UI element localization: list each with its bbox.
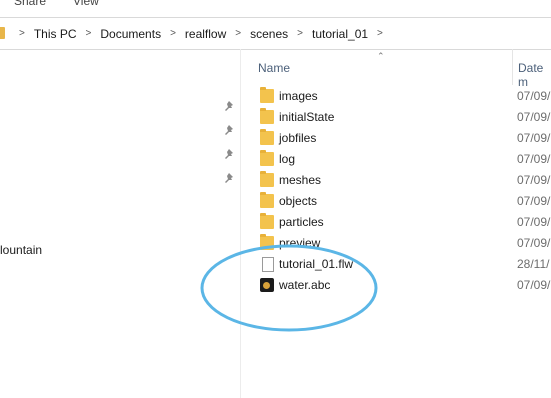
chevron-right-icon[interactable]: > (235, 28, 241, 39)
file-date: 07/09/ (517, 110, 551, 124)
folder-icon (260, 108, 274, 124)
file-date: 28/11/ (517, 257, 550, 271)
ribbon-tabs: Share View (0, 0, 551, 10)
chevron-right-icon[interactable]: > (297, 28, 303, 39)
file-name: tutorial_01.flw (279, 257, 354, 271)
file-date: 07/09/ (517, 194, 551, 208)
list-item-preview[interactable]: preview 07/09/ (241, 233, 551, 254)
folder-icon (260, 213, 274, 229)
file-name: log (279, 152, 296, 166)
navigation-pane: lountain (0, 49, 241, 398)
column-header-name[interactable]: Name (258, 61, 290, 75)
file-explorer-window: Share View > This PC > Documents > realf… (0, 0, 551, 398)
column-header-date-modified[interactable]: Date m (518, 61, 551, 89)
folder-icon (260, 87, 274, 103)
address-bar[interactable]: > This PC > Documents > realflow > scene… (0, 17, 551, 50)
file-date: 07/09/ (517, 236, 551, 250)
folder-icon (260, 150, 274, 166)
ribbon-tab-share[interactable]: Share (14, 0, 46, 8)
file-name: images (279, 89, 318, 103)
pin-icon[interactable] (224, 101, 234, 112)
folder-icon (260, 192, 274, 208)
file-name: initialState (279, 110, 335, 124)
folder-icon (260, 171, 274, 187)
file-name: meshes (279, 173, 322, 187)
file-date: 07/09/ (517, 89, 551, 103)
breadcrumb: > This PC > Documents > realflow > scene… (10, 18, 392, 49)
file-name: preview (279, 236, 321, 250)
list-item-tutorial-01-flw[interactable]: tutorial_01.flw 28/11/ (241, 254, 551, 275)
breadcrumb-this-pc[interactable]: This PC (34, 27, 77, 41)
folder-icon (260, 129, 274, 145)
pin-icon[interactable] (224, 173, 234, 184)
ribbon-tab-view[interactable]: View (73, 0, 99, 8)
list-item-water-abc[interactable]: water.abc 07/09/ (241, 275, 551, 296)
list-item-images[interactable]: images 07/09/ (241, 86, 551, 107)
chevron-right-icon[interactable]: > (86, 28, 92, 39)
alembic-file-icon (260, 278, 274, 292)
file-name: jobfiles (279, 131, 317, 145)
file-date: 07/09/ (517, 131, 551, 145)
file-date: 07/09/ (517, 152, 551, 166)
folder-icon (260, 234, 274, 250)
folder-icon (0, 27, 5, 39)
file-date: 07/09/ (517, 215, 551, 229)
list-item-initialstate[interactable]: initialState 07/09/ (241, 107, 551, 128)
file-name: water.abc (279, 278, 331, 292)
list-item-log[interactable]: log 07/09/ (241, 149, 551, 170)
breadcrumb-documents[interactable]: Documents (100, 27, 161, 41)
sort-ascending-icon: ⌃ (377, 51, 385, 61)
breadcrumb-realflow[interactable]: realflow (185, 27, 226, 41)
pin-icon[interactable] (224, 149, 234, 160)
file-rows: images 07/09/ initialState 07/09/ jobfil… (241, 86, 551, 296)
pin-icon[interactable] (224, 125, 234, 136)
chevron-right-icon[interactable]: > (170, 28, 176, 39)
list-item-jobfiles[interactable]: jobfiles 07/09/ (241, 128, 551, 149)
list-item-objects[interactable]: objects 07/09/ (241, 191, 551, 212)
document-icon (262, 257, 274, 272)
chevron-right-icon[interactable]: > (19, 28, 25, 39)
breadcrumb-tutorial-01[interactable]: tutorial_01 (312, 27, 368, 41)
list-item-particles[interactable]: particles 07/09/ (241, 212, 551, 233)
column-divider[interactable] (512, 49, 513, 85)
file-name: objects (279, 194, 318, 208)
breadcrumb-scenes[interactable]: scenes (250, 27, 288, 41)
nav-item-mountain[interactable]: lountain (0, 243, 42, 257)
file-date: 07/09/ (517, 278, 551, 292)
file-list: ⌃ Name Date m images 07/09/ initialState… (241, 49, 551, 398)
list-item-meshes[interactable]: meshes 07/09/ (241, 170, 551, 191)
file-name: particles (279, 215, 324, 229)
chevron-right-icon[interactable]: > (377, 28, 383, 39)
file-date: 07/09/ (517, 173, 551, 187)
